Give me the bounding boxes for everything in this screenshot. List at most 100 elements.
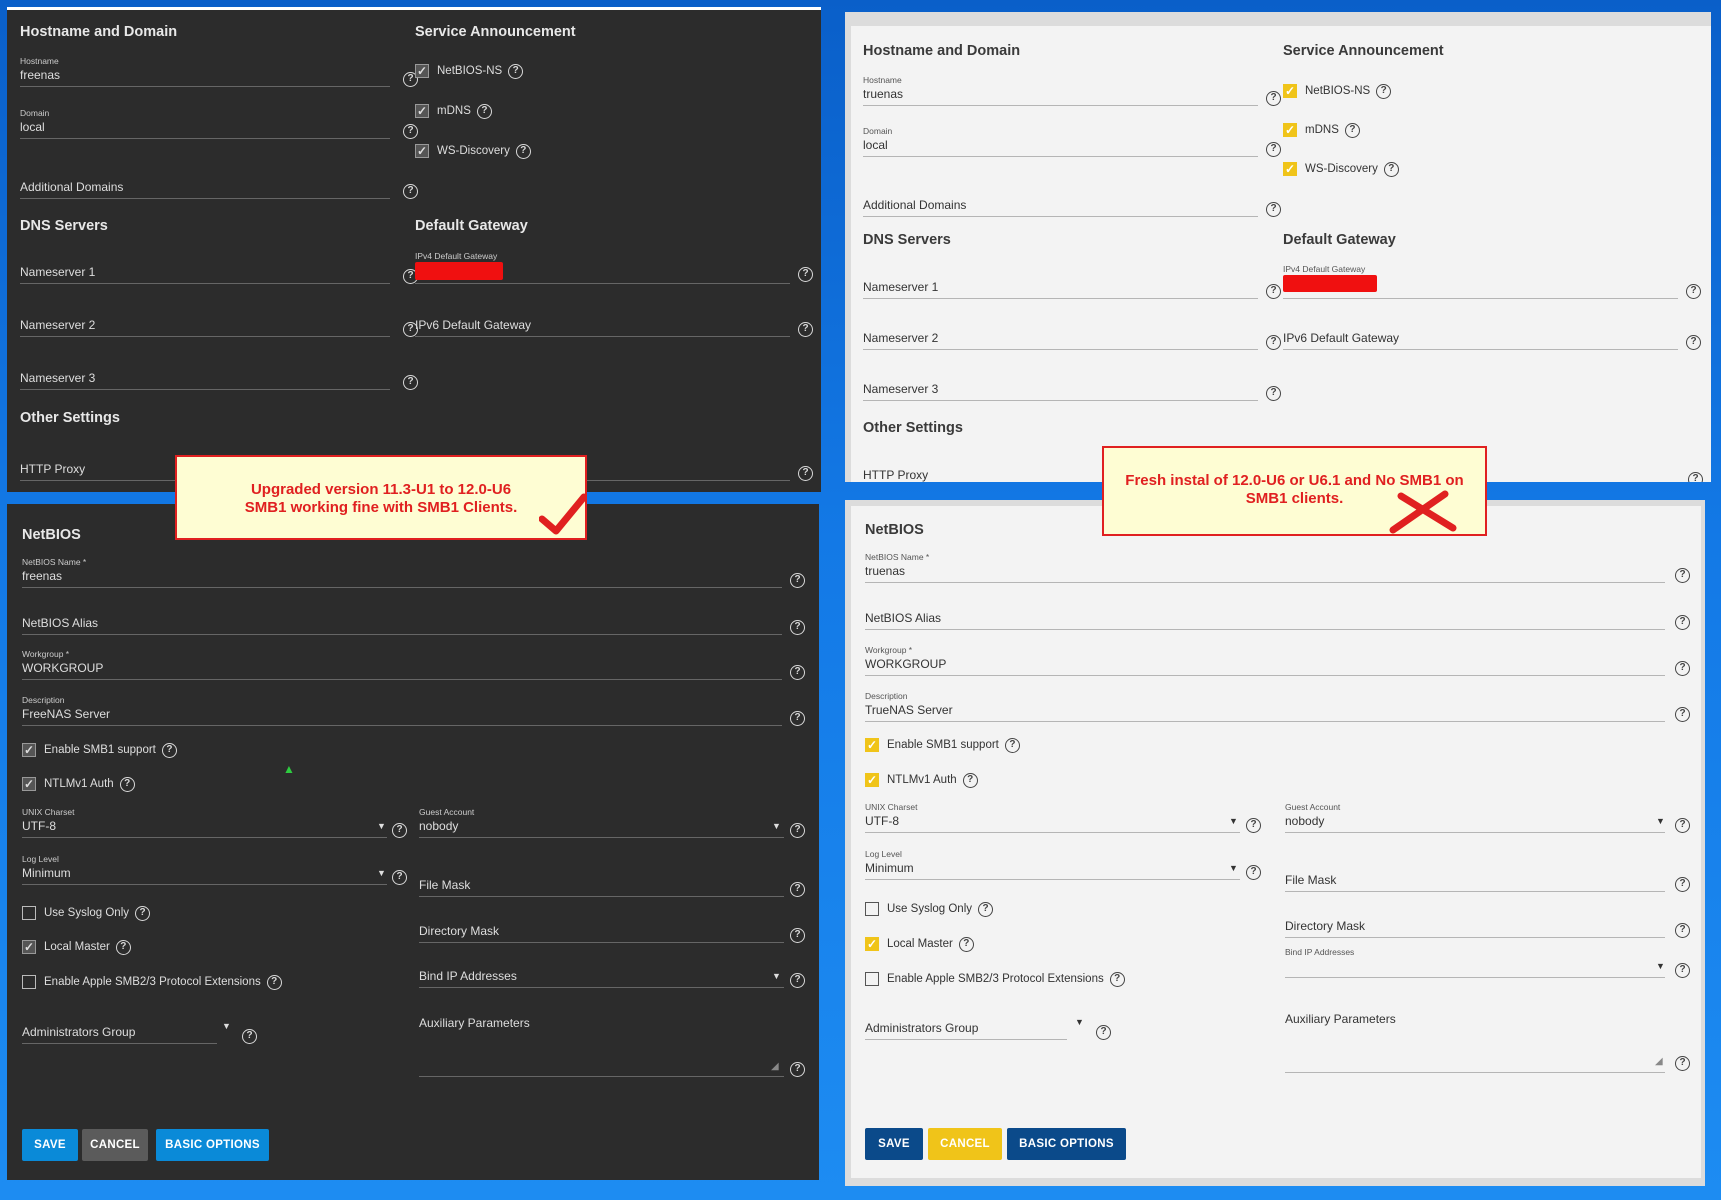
nameserver1-field[interactable]: Nameserver 1 ? xyxy=(863,268,1281,310)
hostname-field[interactable]: Hostname truenas ? xyxy=(863,75,1281,117)
help-icon[interactable]: ? xyxy=(1004,737,1020,753)
checkbox-checked-icon[interactable]: ✓ xyxy=(415,144,429,158)
dropdown-caret-icon[interactable]: ▼ xyxy=(1229,816,1238,826)
dropdown-caret-icon[interactable]: ▼ xyxy=(772,971,781,981)
auxiliary-parameters-textarea[interactable]: Auxiliary Parameters ◢ ? xyxy=(419,1004,809,1084)
checkbox-checked-icon[interactable]: ✓ xyxy=(865,937,879,951)
checkbox-checked-icon[interactable]: ✓ xyxy=(22,777,36,791)
domain-field[interactable]: Domain local ? xyxy=(20,108,418,150)
ipv6-gateway-field[interactable]: IPv6 Default Gateway ? xyxy=(1283,319,1703,361)
help-icon[interactable]: ? xyxy=(1344,122,1360,138)
help-icon[interactable]: ? xyxy=(1686,335,1701,350)
dropdown-caret-icon[interactable]: ▼ xyxy=(772,821,781,831)
workgroup-field[interactable]: Workgroup * WORKGROUP ? xyxy=(22,649,807,691)
cancel-button[interactable]: CANCEL xyxy=(82,1129,148,1161)
help-icon[interactable]: ? xyxy=(1686,284,1701,299)
checkbox-checked-icon[interactable]: ✓ xyxy=(865,738,879,752)
dropdown-caret-icon[interactable]: ▼ xyxy=(1229,863,1238,873)
help-icon[interactable]: ? xyxy=(798,466,813,481)
use-syslog-checkbox[interactable]: Use Syslog Only ? xyxy=(865,899,994,919)
directory-mask-field[interactable]: Directory Mask ? xyxy=(419,912,809,954)
guest-account-select[interactable]: Guest Account nobody ▼ ? xyxy=(419,807,809,849)
help-icon[interactable]: ? xyxy=(1266,91,1281,106)
basic-options-button[interactable]: BASIC OPTIONS xyxy=(156,1129,269,1161)
netbios-alias-field[interactable]: NetBIOS Alias ? xyxy=(865,599,1695,641)
checkbox-checked-icon[interactable]: ✓ xyxy=(1283,84,1297,98)
nameserver1-field[interactable]: Nameserver 1 ? xyxy=(20,253,418,295)
netbios-name-field[interactable]: NetBIOS Name * freenas ? xyxy=(22,557,807,599)
help-icon[interactable]: ? xyxy=(1675,818,1690,833)
auxiliary-parameters-textarea[interactable]: Auxiliary Parameters ◢ ? xyxy=(1285,1000,1695,1080)
help-icon[interactable]: ? xyxy=(978,901,994,917)
log-level-select[interactable]: Log Level Minimum ▼ ? xyxy=(22,854,412,896)
dropdown-caret-icon[interactable]: ▼ xyxy=(222,1021,231,1031)
help-icon[interactable]: ? xyxy=(962,772,978,788)
save-button[interactable]: SAVE xyxy=(22,1129,78,1161)
help-icon[interactable]: ? xyxy=(798,322,813,337)
unix-charset-select[interactable]: UNIX Charset UTF-8 ▼ ? xyxy=(865,802,1265,844)
file-mask-field[interactable]: File Mask ? xyxy=(419,866,809,908)
checkbox-checked-icon[interactable]: ✓ xyxy=(1283,162,1297,176)
help-icon[interactable]: ? xyxy=(1675,615,1690,630)
file-mask-field[interactable]: File Mask ? xyxy=(1285,861,1695,903)
resize-handle-icon[interactable]: ◢ xyxy=(771,1061,779,1072)
checkbox-checked-icon[interactable]: ✓ xyxy=(415,104,429,118)
help-icon[interactable]: ? xyxy=(1688,472,1703,482)
directory-mask-field[interactable]: Directory Mask ? xyxy=(1285,907,1695,949)
checkbox-checked-icon[interactable]: ✓ xyxy=(1283,123,1297,137)
help-icon[interactable]: ? xyxy=(1266,386,1281,401)
nameserver2-field[interactable]: Nameserver 2 ? xyxy=(863,319,1281,361)
use-syslog-checkbox[interactable]: Use Syslog Only ? xyxy=(22,903,151,923)
local-master-checkbox[interactable]: ✓ Local Master ? xyxy=(865,934,974,954)
help-icon[interactable]: ? xyxy=(790,665,805,680)
ntlmv1-auth-checkbox[interactable]: ✓ NTLMv1 Auth ? xyxy=(865,770,978,790)
nameserver2-field[interactable]: Nameserver 2 ? xyxy=(20,306,418,348)
help-icon[interactable]: ? xyxy=(1096,1025,1111,1040)
checkbox-empty-icon[interactable] xyxy=(865,972,879,986)
help-icon[interactable]: ? xyxy=(1246,865,1261,880)
help-icon[interactable]: ? xyxy=(403,375,418,390)
workgroup-field[interactable]: Workgroup * WORKGROUP ? xyxy=(865,645,1695,687)
help-icon[interactable]: ? xyxy=(790,620,805,635)
ipv4-gateway-field[interactable]: IPv4 Default Gateway ? xyxy=(1283,264,1703,306)
help-icon[interactable]: ? xyxy=(958,936,974,952)
administrators-group-select[interactable]: Administrators Group ▼ ? xyxy=(865,1009,1115,1051)
log-level-select[interactable]: Log Level Minimum ▼ ? xyxy=(865,849,1265,891)
dropdown-caret-icon[interactable]: ▼ xyxy=(1075,1017,1084,1027)
hostname-field[interactable]: Hostname freenas ? xyxy=(20,56,418,98)
mdns-checkbox[interactable]: ✓ mDNS ? xyxy=(415,101,492,121)
additional-domains-field[interactable]: Additional Domains ? xyxy=(20,168,418,210)
nameserver3-field[interactable]: Nameserver 3 ? xyxy=(863,370,1281,412)
help-icon[interactable]: ? xyxy=(1246,818,1261,833)
help-icon[interactable]: ? xyxy=(790,573,805,588)
help-icon[interactable]: ? xyxy=(1376,83,1392,99)
help-icon[interactable]: ? xyxy=(1675,877,1690,892)
dropdown-caret-icon[interactable]: ▼ xyxy=(1656,816,1665,826)
ipv6-gateway-field[interactable]: IPv6 Default Gateway ? xyxy=(415,306,813,348)
netbios-name-field[interactable]: NetBIOS Name * truenas ? xyxy=(865,552,1695,594)
help-icon[interactable]: ? xyxy=(790,928,805,943)
local-master-checkbox[interactable]: ✓ Local Master ? xyxy=(22,937,131,957)
dropdown-caret-icon[interactable]: ▼ xyxy=(377,821,386,831)
help-icon[interactable]: ? xyxy=(1675,923,1690,938)
domain-field[interactable]: Domain local ? xyxy=(863,126,1281,168)
ipv4-gateway-field[interactable]: IPv4 Default Gateway ? xyxy=(415,251,813,293)
nameserver3-field[interactable]: Nameserver 3 ? xyxy=(20,359,418,401)
help-icon[interactable]: ? xyxy=(798,267,813,282)
enable-smb1-checkbox[interactable]: ✓ Enable SMB1 support ? xyxy=(22,740,177,760)
help-icon[interactable]: ? xyxy=(135,905,151,921)
netbios-ns-checkbox[interactable]: ✓ NetBIOS-NS ? xyxy=(415,61,524,81)
netbios-ns-checkbox[interactable]: ✓ NetBIOS-NS ? xyxy=(1283,81,1392,101)
help-icon[interactable]: ? xyxy=(115,939,131,955)
description-field[interactable]: Description FreeNAS Server ? xyxy=(22,695,807,737)
resize-handle-icon[interactable]: ◢ xyxy=(1655,1056,1663,1067)
ntlmv1-auth-checkbox[interactable]: ✓ NTLMv1 Auth ? xyxy=(22,774,135,794)
additional-domains-field[interactable]: Additional Domains ? xyxy=(863,186,1281,228)
help-icon[interactable]: ? xyxy=(119,776,135,792)
save-button[interactable]: SAVE xyxy=(865,1128,923,1160)
help-icon[interactable]: ? xyxy=(1675,568,1690,583)
help-icon[interactable]: ? xyxy=(161,742,177,758)
apple-extensions-checkbox[interactable]: Enable Apple SMB2/3 Protocol Extensions … xyxy=(865,969,1125,989)
help-icon[interactable]: ? xyxy=(242,1029,257,1044)
bind-ip-select[interactable]: Bind IP Addresses ▼ ? xyxy=(419,957,809,999)
